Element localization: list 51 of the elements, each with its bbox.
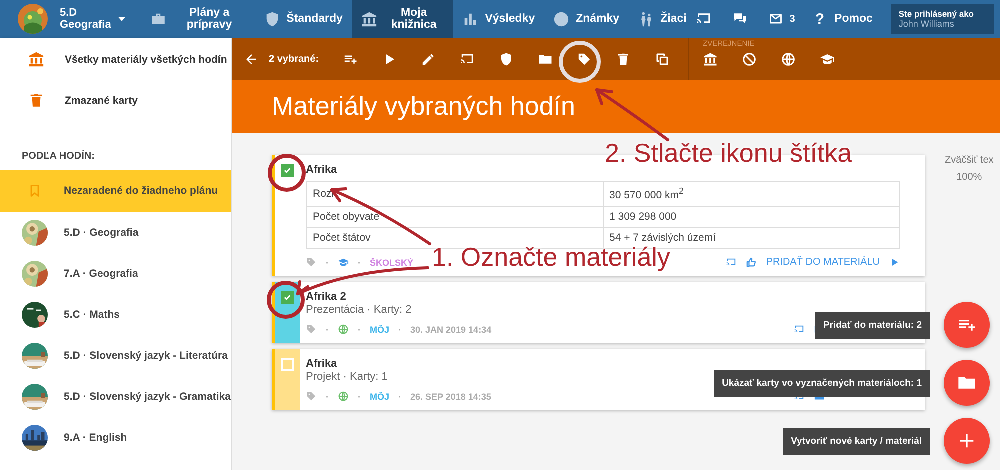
messages-button[interactable]: 3	[768, 12, 796, 26]
section-title: PODĽA HODÍN:	[21, 149, 96, 164]
table-cell: 30 570 000 km$^{2}$	[603, 182, 900, 206]
selection-count: 2 vybrané:	[269, 54, 320, 64]
sidebar-item[interactable]: Zmazané karty	[0, 80, 231, 121]
separator: ·	[358, 258, 361, 268]
separator: ·	[358, 392, 361, 402]
card-title: Afrika 2	[306, 290, 348, 302]
sidebar-item[interactable]: Všetky materiály všetkých hodín	[0, 39, 231, 80]
date-label: 26. SEP 2018 14:35	[410, 392, 492, 402]
separator: ·	[398, 324, 402, 334]
page-title: Materiály vybraných hodín	[272, 91, 576, 122]
text-size-label: Zväčšiť tex	[945, 155, 994, 166]
card-subtitle: Prezentácia · Karty: 2	[306, 304, 413, 316]
annotation-text: 2. Stlačte ikonu štítka	[605, 138, 852, 168]
user-caption: Ste prihlásený ako	[898, 9, 975, 19]
card-subtitle: Projekt · Karty: 1	[306, 370, 389, 382]
user-name: John Williams	[898, 19, 956, 29]
separator: ·	[326, 392, 329, 402]
scope-label: MÔJ	[370, 392, 390, 402]
lesson-item[interactable]: 5.D · Slovenský jazyk - Literatúra	[0, 335, 231, 376]
tooltip: Ukázať karty vo vyznačených materiáloch: 1	[714, 370, 930, 396]
scope-label: ŠKOLSKÝ	[370, 258, 414, 268]
lesson-item[interactable]: 9.A · English	[0, 417, 231, 458]
class-switcher[interactable]: 5.D Geografia	[60, 7, 112, 31]
lesson-item[interactable]: 5.D · Slovenský jazyk - Gramatika	[0, 376, 231, 417]
separator: ·	[326, 324, 329, 334]
card-title: Afrika	[306, 164, 338, 176]
table-cell: Počet štátov	[306, 227, 603, 248]
text-size-select[interactable]: 100%	[956, 172, 982, 183]
help-button[interactable]: ? Pomoc	[815, 10, 873, 28]
table-cell: 1 309 298 000	[603, 206, 900, 227]
card-title: Afrika	[306, 358, 338, 370]
lesson-item[interactable]: 5.C · Maths	[0, 294, 231, 335]
nav-tab[interactable]: Žiaci	[628, 0, 696, 38]
nav-tab[interactable]: Štandardy	[254, 0, 352, 38]
separator: ·	[358, 324, 361, 334]
lesson-item[interactable]: 5.D · Geografia	[0, 212, 231, 253]
lesson-item[interactable]: 7.A · Geografia	[0, 253, 231, 294]
nav-tab[interactable]: Výsledky	[453, 0, 544, 38]
tooltip: Vytvoriť nové karty / materiál	[783, 428, 930, 454]
separator: ·	[326, 258, 329, 268]
nav-tab[interactable]: Plány a prípravy	[141, 0, 255, 38]
nav-tab[interactable]: Moja knižnica	[352, 0, 454, 38]
separator: ·	[398, 392, 402, 402]
nav-tab[interactable]: Známky	[544, 0, 629, 38]
scope-label: MÔJ	[370, 324, 390, 334]
date-label: 30. JAN 2019 14:34	[410, 324, 492, 334]
lesson-item[interactable]: Nezaradené do žiadneho plánu	[0, 170, 231, 212]
tooltip: Pridať do materiálu: 2	[815, 312, 930, 338]
table-cell: Počet obyvate	[306, 206, 603, 227]
